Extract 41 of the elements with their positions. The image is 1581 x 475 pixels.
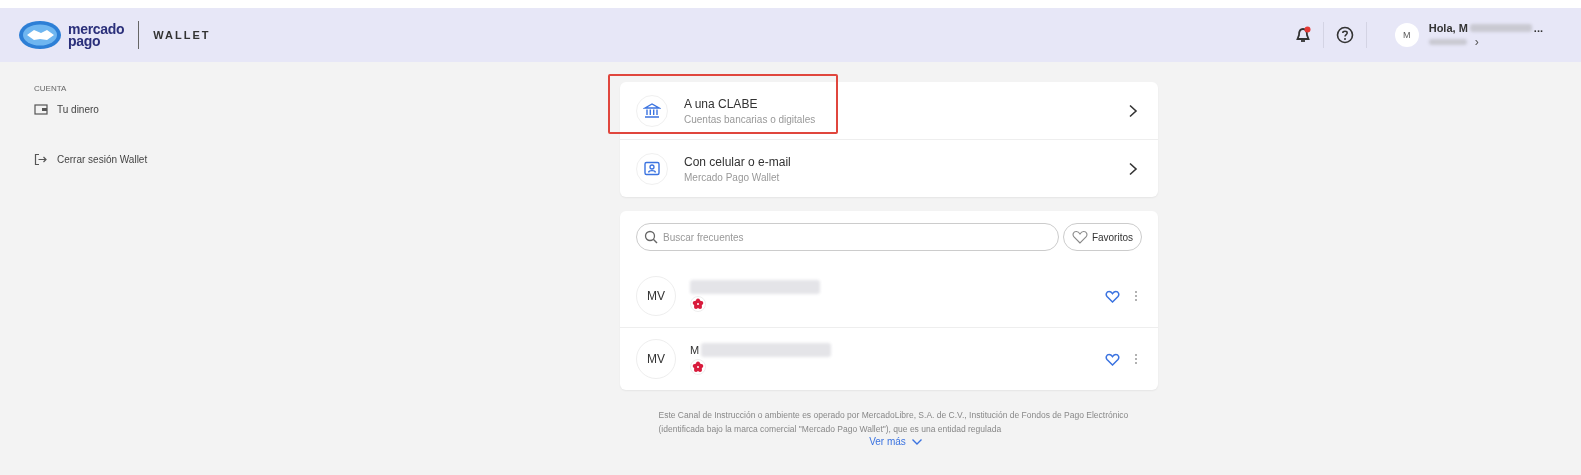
option-subtitle: Cuentas bancarias o digitales: [684, 113, 817, 125]
brand-wordmark: mercado pago: [68, 23, 125, 47]
section-label: CUENTA: [34, 84, 67, 93]
option-title: A una CLABE: [684, 96, 759, 111]
help-icon: [1335, 26, 1354, 44]
contact-name: M: [690, 344, 700, 356]
bank-icon: [643, 102, 661, 119]
contact-card-icon: [643, 160, 661, 177]
legal-text: Este Canal de Instrucción o ambiente es operado por MercadoLibre, S.A. de C.V., Institución de Fondos de Pago Electrónico (identificada bajo la marca comercial "Mercado Pago Wallet"), que es una entidad regulada: [658, 409, 1130, 436]
product-name: WALLET: [153, 29, 211, 41]
search-icon: [644, 230, 658, 244]
favorites-button[interactable]: Favoritos: [1062, 223, 1142, 251]
chevron-right-icon: [1128, 161, 1138, 176]
greeting-text: Hola, M: [1428, 21, 1468, 34]
contact-row[interactable]: MV M: [620, 328, 1158, 390]
search-field[interactable]: Buscar frecuentes: [636, 223, 1059, 251]
handshake-logo-icon: [18, 20, 62, 50]
flower-badge-icon: [690, 359, 706, 375]
transfer-option[interactable]: Con celular o e-mail Mercado Pago Wallet: [620, 140, 1158, 197]
chevron-icon[interactable]: ›: [1474, 34, 1479, 49]
chevron-right-icon: [1128, 103, 1138, 118]
contact-row[interactable]: MV: [620, 265, 1158, 328]
transfer-option[interactable]: A una CLABE Cuentas bancarias o digitales: [620, 82, 1158, 140]
heart-icon: [1105, 289, 1120, 303]
option-subtitle: Mercado Pago Wallet: [684, 171, 781, 183]
redacted-text: [1428, 38, 1467, 45]
sidebar-item[interactable]: Cerrar sesión Wallet: [34, 153, 148, 166]
more-icon: [1134, 290, 1138, 302]
redacted-text: [1469, 23, 1532, 32]
more-icon: [1134, 353, 1138, 365]
chevron-down-icon: [910, 437, 923, 446]
option-title: Con celular o e-mail: [684, 154, 792, 169]
flower-badge-icon: [690, 296, 706, 312]
see-more-link[interactable]: Ver más: [869, 436, 923, 447]
user-avatar[interactable]: M: [1394, 23, 1419, 47]
ellipsis-text: ...: [1533, 21, 1543, 34]
sidebar-item[interactable]: Tu dinero: [34, 103, 99, 116]
heart-icon: [1105, 352, 1120, 366]
heart-icon: [1071, 230, 1088, 244]
wallet-icon: [34, 103, 48, 116]
logout-icon: [34, 153, 48, 166]
